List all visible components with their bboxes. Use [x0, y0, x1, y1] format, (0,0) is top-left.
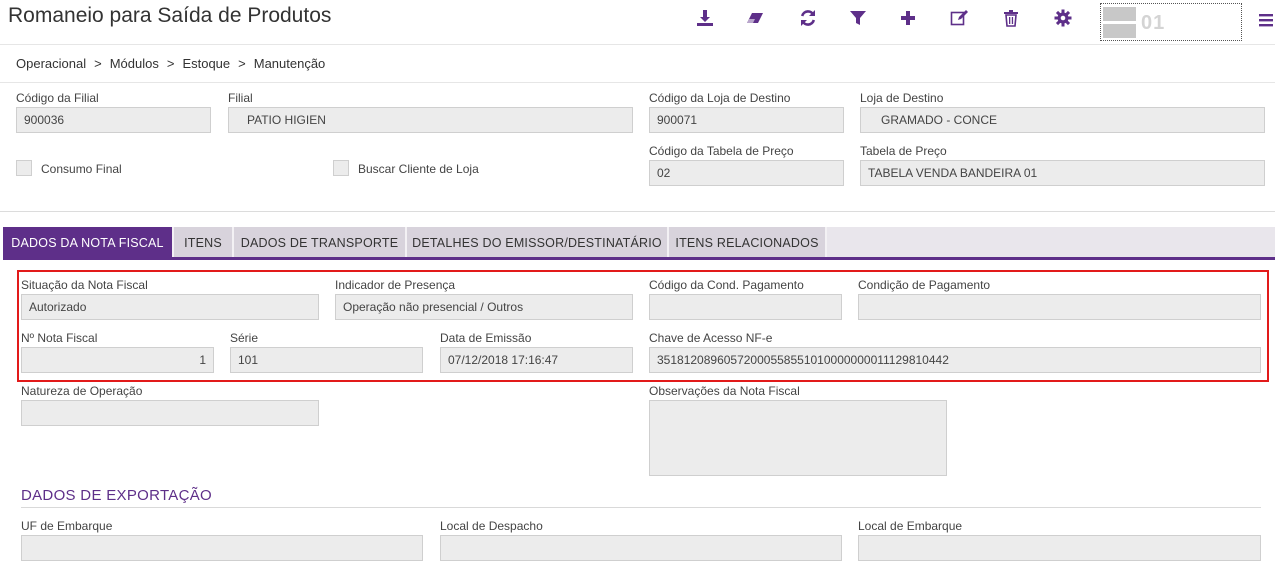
eraser-icon[interactable] — [743, 6, 767, 30]
codigo-cond-pagamento-input[interactable] — [649, 294, 842, 320]
breadcrumb-separator: > — [238, 56, 246, 71]
situacao-input[interactable]: Autorizado — [21, 294, 319, 320]
consumo-final-label: Consumo Final — [41, 162, 122, 176]
company-logo: 01 — [1100, 3, 1242, 41]
buscar-cliente-checkbox[interactable] — [333, 160, 349, 176]
loja-destino-label: Loja de Destino — [860, 91, 944, 105]
breadcrumb: Operacional > Módulos > Estoque > Manutenção — [16, 56, 325, 71]
hamburger-menu-icon[interactable] — [1258, 10, 1274, 30]
delete-icon[interactable] — [999, 6, 1023, 30]
consumo-final-checkbox[interactable] — [16, 160, 32, 176]
chave-acesso-label: Chave de Acesso NF-e — [649, 331, 773, 345]
download-icon[interactable] — [693, 6, 717, 30]
loja-destino-input[interactable]: GRAMADO - CONCE — [860, 107, 1265, 133]
exportacao-section-divider — [21, 507, 1261, 508]
breadcrumb-operacional[interactable]: Operacional — [16, 56, 86, 71]
tabela-preco-input[interactable]: TABELA VENDA BANDEIRA 01 — [860, 160, 1265, 186]
uf-embarque-label: UF de Embarque — [21, 519, 113, 533]
uf-embarque-input[interactable] — [21, 535, 423, 561]
logo-mark — [1103, 7, 1136, 38]
natureza-operacao-input[interactable] — [21, 400, 319, 426]
indicador-presenca-label: Indicador de Presença — [335, 278, 456, 292]
data-emissao-input[interactable]: 07/12/2018 17:16:47 — [440, 347, 633, 373]
breadcrumb-estoque[interactable]: Estoque — [182, 56, 230, 71]
form-divider — [0, 211, 1275, 212]
refresh-icon[interactable] — [796, 6, 820, 30]
tabela-preco-label: Tabela de Preço — [860, 144, 947, 158]
filter-icon[interactable] — [846, 6, 870, 30]
local-embarque-label: Local de Embarque — [858, 519, 963, 533]
local-despacho-input[interactable] — [440, 535, 842, 561]
codigo-tabela-preco-label: Código da Tabela de Preço — [649, 144, 794, 158]
codigo-loja-destino-label: Código da Loja de Destino — [649, 91, 791, 105]
observacoes-textarea[interactable] — [649, 400, 947, 476]
codigo-tabela-preco-input[interactable]: 02 — [649, 160, 844, 186]
edit-icon[interactable] — [947, 6, 971, 30]
indicador-presenca-select[interactable]: Operação não presencial / Outros — [335, 294, 633, 320]
codigo-filial-input[interactable]: 900036 — [16, 107, 211, 133]
data-emissao-label: Data de Emissão — [440, 331, 532, 345]
tab-detalhes-emissor[interactable]: DETALHES DO EMISSOR/DESTINATÁRIO — [407, 227, 669, 258]
tab-dados-transporte[interactable]: DADOS DE TRANSPORTE — [234, 227, 407, 258]
local-despacho-label: Local de Despacho — [440, 519, 543, 533]
codigo-filial-label: Código da Filial — [16, 91, 99, 105]
breadcrumb-separator: > — [166, 56, 175, 71]
breadcrumb-manutencao[interactable]: Manutenção — [254, 56, 326, 71]
exportacao-section-title: DADOS DE EXPORTAÇÃO — [21, 487, 213, 504]
codigo-loja-destino-input[interactable]: 900071 — [649, 107, 844, 133]
settings-icon[interactable] — [1051, 6, 1075, 30]
tab-itens-relacionados[interactable]: ITENS RELACIONADOS — [669, 227, 827, 258]
serie-label: Série — [230, 331, 259, 345]
buscar-cliente-label: Buscar Cliente de Loja — [358, 162, 479, 176]
condicao-pagamento-label: Condição de Pagamento — [858, 278, 991, 292]
breadcrumb-separator: > — [94, 56, 102, 71]
natureza-operacao-label: Natureza de Operação — [21, 384, 143, 398]
numero-nota-input[interactable]: 1 — [21, 347, 214, 373]
codigo-cond-pagamento-label: Código da Cond. Pagamento — [649, 278, 804, 292]
condicao-pagamento-input[interactable] — [858, 294, 1261, 320]
filial-input[interactable]: PATIO HIGIEN — [228, 107, 633, 133]
local-embarque-input[interactable] — [858, 535, 1261, 561]
observacoes-label: Observações da Nota Fiscal — [649, 384, 800, 398]
numero-nota-label: Nº Nota Fiscal — [21, 331, 98, 345]
serie-input[interactable]: 101 — [230, 347, 423, 373]
tab-itens[interactable]: ITENS — [174, 227, 234, 258]
chave-acesso-input[interactable]: 3518120896057200055855101000000001112981… — [649, 347, 1261, 373]
breadcrumb-modulos[interactable]: Módulos — [110, 56, 159, 71]
add-icon[interactable] — [896, 6, 920, 30]
breadcrumb-divider — [0, 82, 1275, 83]
situacao-label: Situação da Nota Fiscal — [21, 278, 148, 292]
tab-dados-nota-fiscal[interactable]: DADOS DA NOTA FISCAL — [3, 227, 174, 258]
header-divider — [0, 44, 1275, 45]
filial-label: Filial — [228, 91, 253, 105]
page-title: Romaneio para Saída de Produtos — [8, 4, 332, 27]
logo-number: 01 — [1141, 12, 1166, 34]
